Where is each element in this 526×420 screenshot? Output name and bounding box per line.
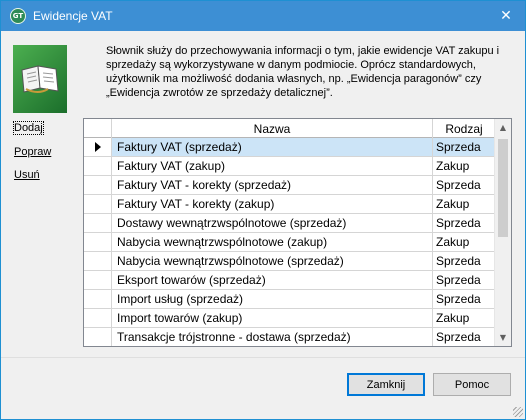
register-type-cell[interactable]: Sprzeda xyxy=(433,252,495,270)
row-indicator-cell xyxy=(84,214,112,232)
delete-link[interactable]: Usuń xyxy=(14,169,40,181)
table-row[interactable]: Dostawy wewnątrzwspólnotowe (sprzedaż) Sp… xyxy=(84,214,495,233)
table-row[interactable]: Import towarów (zakup) Zakup xyxy=(84,309,495,328)
register-name-cell[interactable]: Faktury VAT (zakup) xyxy=(112,157,433,175)
row-indicator-cell xyxy=(84,157,112,175)
table-row[interactable]: Faktury VAT - korekty (zakup) Zakup xyxy=(84,195,495,214)
indicator-column-header xyxy=(84,119,112,138)
row-indicator-cell xyxy=(84,309,112,327)
grid-rows: Faktury VAT (sprzedaż) Sprzeda Faktury VAT… xyxy=(84,138,495,346)
register-type-cell[interactable]: Zakup xyxy=(433,157,495,175)
register-name-cell[interactable]: Import usług (sprzedaż) xyxy=(112,290,433,308)
table-row[interactable]: Import usług (sprzedaż) Sprzeda xyxy=(84,290,495,309)
table-row[interactable]: Transakcje trójstronne - dostawa (sprzed… xyxy=(84,328,495,346)
row-indicator-cell xyxy=(84,176,112,194)
row-indicator-cell xyxy=(84,252,112,270)
close-icon[interactable]: ✕ xyxy=(495,6,517,26)
column-header-type[interactable]: Rodzaj xyxy=(433,119,495,138)
resize-grip-icon[interactable] xyxy=(513,407,523,417)
register-name-cell[interactable]: Faktury VAT - korekty (zakup) xyxy=(112,195,433,213)
table-row[interactable]: Nabycia wewnątrzwspólnotowe (sprzedaż) Sp… xyxy=(84,252,495,271)
dictionary-description: Słownik służy do przechowywania informac… xyxy=(106,45,500,99)
register-name-cell[interactable]: Nabycia wewnątrzwspólnotowe (zakup) xyxy=(112,233,433,251)
window-title: Ewidencje VAT xyxy=(33,9,113,23)
register-type-cell[interactable]: Zakup xyxy=(433,233,495,251)
register-type-cell[interactable]: Zakup xyxy=(433,195,495,213)
row-indicator-cell xyxy=(84,233,112,251)
row-indicator-cell xyxy=(84,328,112,346)
book-logo-icon xyxy=(13,45,67,113)
row-indicator-cell xyxy=(84,195,112,213)
close-button[interactable]: Zamknij xyxy=(347,373,425,396)
grid-header: Nazwa Rodzaj xyxy=(84,119,495,138)
app-logo-icon: GT xyxy=(10,8,26,24)
table-row[interactable]: Faktury VAT - korekty (sprzedaż) Sprzeda xyxy=(84,176,495,195)
footer-divider xyxy=(1,357,525,358)
column-header-name[interactable]: Nazwa xyxy=(112,119,433,138)
add-link[interactable]: Dodaj xyxy=(13,121,44,135)
register-type-cell[interactable]: Sprzeda xyxy=(433,290,495,308)
register-name-cell[interactable]: Import towarów (zakup) xyxy=(112,309,433,327)
table-row[interactable]: Faktury VAT (sprzedaż) Sprzeda xyxy=(84,138,495,157)
table-row[interactable]: Faktury VAT (zakup) Zakup xyxy=(84,157,495,176)
register-type-cell[interactable]: Sprzeda xyxy=(433,138,495,156)
register-name-cell[interactable]: Faktury VAT (sprzedaż) xyxy=(112,138,433,156)
scrollbar-thumb[interactable] xyxy=(498,139,508,237)
register-type-cell[interactable]: Zakup xyxy=(433,309,495,327)
register-name-cell[interactable]: Faktury VAT - korekty (sprzedaż) xyxy=(112,176,433,194)
vat-registers-grid[interactable]: Nazwa Rodzaj Faktury VAT (sprzedaż) Sprze… xyxy=(83,118,512,347)
register-type-cell[interactable]: Sprzeda xyxy=(433,214,495,232)
help-button[interactable]: Pomoc xyxy=(433,373,511,396)
current-row-indicator-icon xyxy=(84,138,112,156)
scroll-down-icon[interactable]: ▼ xyxy=(495,329,511,346)
register-type-cell[interactable]: Sprzeda xyxy=(433,328,495,346)
row-indicator-cell xyxy=(84,271,112,289)
edit-link[interactable]: Popraw xyxy=(14,146,51,158)
dialog-window: GT Ewidencje VAT ✕ Słownik służy do prze… xyxy=(0,0,526,420)
register-type-cell[interactable]: Sprzeda xyxy=(433,176,495,194)
vertical-scrollbar[interactable]: ▲ ▼ xyxy=(494,119,511,346)
scroll-up-icon[interactable]: ▲ xyxy=(495,119,511,136)
register-name-cell[interactable]: Transakcje trójstronne - dostawa (sprzed… xyxy=(112,328,433,346)
register-name-cell[interactable]: Nabycia wewnątrzwspólnotowe (sprzedaż) xyxy=(112,252,433,270)
title-bar[interactable]: GT Ewidencje VAT ✕ xyxy=(1,1,525,31)
table-row[interactable]: Nabycia wewnątrzwspólnotowe (zakup) Zakup xyxy=(84,233,495,252)
register-name-cell[interactable]: Dostawy wewnątrzwspólnotowe (sprzedaż) xyxy=(112,214,433,232)
register-type-cell[interactable]: Sprzeda xyxy=(433,271,495,289)
table-row[interactable]: Eksport towarów (sprzedaż) Sprzeda xyxy=(84,271,495,290)
register-name-cell[interactable]: Eksport towarów (sprzedaż) xyxy=(112,271,433,289)
row-indicator-cell xyxy=(84,290,112,308)
